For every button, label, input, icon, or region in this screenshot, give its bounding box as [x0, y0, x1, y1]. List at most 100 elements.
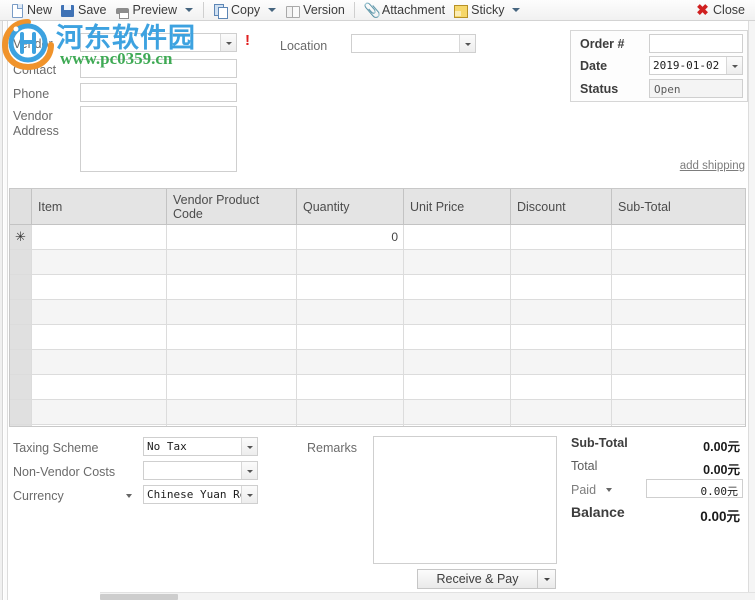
grid-header-quantity[interactable]: Quantity — [297, 189, 404, 224]
cell-sub-total[interactable] — [612, 400, 745, 424]
grid-header-unit-price[interactable]: Unit Price — [404, 189, 511, 224]
cell-vendor-product-code[interactable] — [167, 275, 297, 299]
cell-discount[interactable] — [511, 275, 612, 299]
cell-vendor-product-code[interactable] — [167, 350, 297, 374]
location-dropdown-arrow-icon[interactable] — [459, 35, 475, 52]
attachment-button[interactable]: 📎 Attachment — [360, 1, 449, 20]
preview-button[interactable]: Preview — [111, 1, 181, 20]
cell-discount[interactable] — [511, 400, 612, 424]
phone-input[interactable] — [80, 83, 237, 102]
cell-vendor-product-code[interactable] — [167, 300, 297, 324]
non-vendor-costs-dropdown-arrow-icon[interactable] — [241, 462, 257, 479]
cell-unit-price[interactable] — [404, 400, 511, 424]
cell-quantity[interactable] — [297, 250, 404, 274]
location-combobox[interactable] — [351, 34, 476, 53]
cell-discount[interactable] — [511, 425, 612, 426]
cell-item[interactable] — [32, 225, 167, 249]
cell-vendor-product-code[interactable] — [167, 225, 297, 249]
cell-item[interactable] — [32, 275, 167, 299]
cell-vendor-product-code[interactable] — [167, 375, 297, 399]
cell-quantity[interactable] — [297, 275, 404, 299]
grid-header-sub-total[interactable]: Sub-Total — [612, 189, 745, 224]
cell-unit-price[interactable] — [404, 350, 511, 374]
taxing-scheme-dropdown-arrow-icon[interactable] — [241, 438, 257, 455]
cell-quantity[interactable] — [297, 425, 404, 426]
cell-item[interactable] — [32, 400, 167, 424]
cell-item[interactable] — [32, 425, 167, 426]
cell-item[interactable] — [32, 350, 167, 374]
cell-sub-total[interactable] — [612, 425, 745, 426]
cell-sub-total[interactable] — [612, 375, 745, 399]
table-row[interactable] — [10, 375, 745, 400]
cell-item[interactable] — [32, 375, 167, 399]
table-row[interactable] — [10, 275, 745, 300]
cell-sub-total[interactable] — [612, 350, 745, 374]
vendor-address-textarea[interactable] — [80, 106, 237, 172]
receive-and-pay-button[interactable]: Receive & Pay — [417, 569, 556, 589]
cell-quantity[interactable] — [297, 325, 404, 349]
cell-item[interactable] — [32, 300, 167, 324]
contact-input[interactable] — [80, 59, 237, 78]
cell-unit-price[interactable] — [404, 325, 511, 349]
cell-unit-price[interactable] — [404, 300, 511, 324]
order-number-input[interactable] — [649, 34, 743, 53]
cell-sub-total[interactable] — [612, 250, 745, 274]
cell-discount[interactable] — [511, 225, 612, 249]
vendor-combobox[interactable] — [80, 33, 237, 52]
cell-vendor-product-code[interactable] — [167, 250, 297, 274]
horizontal-scrollbar[interactable] — [100, 592, 755, 600]
cell-discount[interactable] — [511, 250, 612, 274]
cell-vendor-product-code[interactable] — [167, 400, 297, 424]
cell-unit-price[interactable] — [404, 225, 511, 249]
cell-unit-price[interactable] — [404, 275, 511, 299]
new-button[interactable]: New — [5, 1, 56, 20]
cell-quantity[interactable] — [297, 400, 404, 424]
cell-item[interactable] — [32, 325, 167, 349]
table-row[interactable] — [10, 400, 745, 425]
preview-dropdown-arrow-icon[interactable] — [184, 8, 193, 12]
copy-dropdown-arrow-icon[interactable] — [268, 8, 277, 12]
cell-vendor-product-code[interactable] — [167, 325, 297, 349]
table-row[interactable] — [10, 425, 745, 426]
non-vendor-costs-combobox[interactable] — [143, 461, 258, 480]
cell-unit-price[interactable] — [404, 425, 511, 426]
cell-discount[interactable] — [511, 325, 612, 349]
table-row[interactable] — [10, 250, 745, 275]
vertical-scrollbar[interactable] — [748, 21, 755, 600]
grid-header-item[interactable]: Item — [32, 189, 167, 224]
cell-discount[interactable] — [511, 375, 612, 399]
cell-quantity[interactable]: 0 — [297, 225, 404, 249]
remarks-textarea[interactable] — [373, 436, 557, 564]
sticky-dropdown-arrow-icon[interactable] — [512, 8, 521, 12]
paid-options-arrow-icon[interactable] — [606, 488, 612, 492]
taxing-scheme-combobox[interactable]: No Tax — [143, 437, 258, 456]
cell-unit-price[interactable] — [404, 250, 511, 274]
cell-quantity[interactable] — [297, 375, 404, 399]
cell-quantity[interactable] — [297, 300, 404, 324]
close-button[interactable]: ✖ Close — [691, 1, 749, 20]
cell-sub-total[interactable] — [612, 275, 745, 299]
copy-button[interactable]: Copy — [209, 1, 264, 20]
grid-header-discount[interactable]: Discount — [511, 189, 612, 224]
currency-combobox[interactable]: Chinese Yuan Ren — [143, 485, 258, 504]
cell-discount[interactable] — [511, 300, 612, 324]
cell-sub-total[interactable] — [612, 325, 745, 349]
cell-unit-price[interactable] — [404, 375, 511, 399]
version-button[interactable]: Version — [281, 1, 349, 20]
currency-dropdown-arrow-icon[interactable] — [241, 486, 257, 503]
date-dropdown-arrow-icon[interactable] — [726, 57, 742, 74]
cell-discount[interactable] — [511, 350, 612, 374]
table-row[interactable] — [10, 300, 745, 325]
save-button[interactable]: Save — [56, 1, 111, 20]
cell-sub-total[interactable] — [612, 225, 745, 249]
vendor-dropdown-arrow-icon[interactable] — [220, 34, 236, 51]
cell-sub-total[interactable] — [612, 300, 745, 324]
table-row[interactable] — [10, 350, 745, 375]
cell-quantity[interactable] — [297, 350, 404, 374]
date-picker[interactable]: 2019-01-02 — [649, 56, 743, 75]
sticky-button[interactable]: Sticky — [449, 1, 508, 20]
currency-options-arrow-icon[interactable] — [126, 494, 132, 498]
add-shipping-link[interactable]: add shipping — [680, 160, 745, 172]
table-row[interactable] — [10, 325, 745, 350]
cell-vendor-product-code[interactable] — [167, 425, 297, 426]
